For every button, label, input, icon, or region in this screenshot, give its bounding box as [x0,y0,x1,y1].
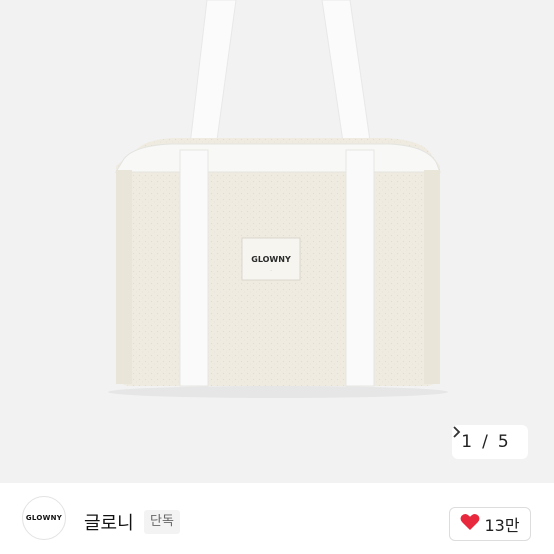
bag-label-text: GLOWNY [251,255,291,264]
seller-name[interactable]: 글로니 [84,509,134,535]
seller-avatar[interactable]: GLOWNY [22,496,66,540]
pager-separator: / [482,432,488,452]
pager-total: 5 [497,432,509,452]
avatar-logo-text: GLOWNY [25,514,63,522]
like-count: 13만 [484,516,520,535]
exclusive-badge: 단독 [144,510,180,534]
product-image[interactable]: GLOWNY · 1 / 5 [0,0,554,483]
bag-illustration: GLOWNY · [108,0,448,398]
image-pager[interactable]: 1 / 5 [452,425,528,459]
pager-current: 1 [461,432,473,452]
svg-text:·: · [270,269,271,273]
heart-icon [460,513,480,535]
like-button[interactable]: 13만 [449,507,531,541]
